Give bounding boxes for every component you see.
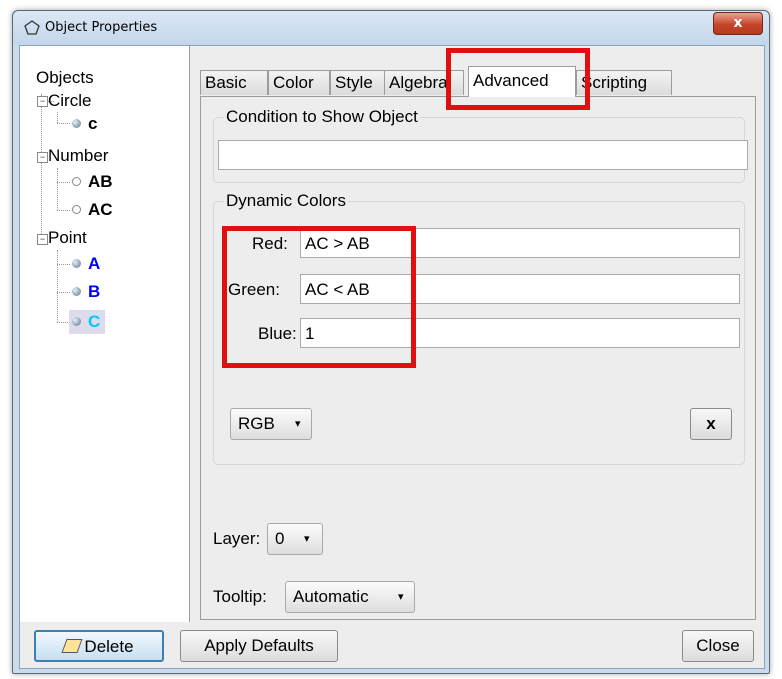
collapse-icon[interactable]: − xyxy=(37,234,48,245)
dynamic-colors-title: Dynamic Colors xyxy=(224,191,348,211)
chevron-down-icon: ▾ xyxy=(398,591,404,603)
tooltip-value: Automatic xyxy=(293,587,369,606)
hidden-object-icon[interactable] xyxy=(72,205,81,214)
close-button[interactable]: Close xyxy=(682,630,754,662)
layer-select[interactable]: 0 ▾ xyxy=(267,523,323,555)
eraser-icon xyxy=(61,639,83,653)
layer-label: Layer: xyxy=(213,529,261,548)
tooltip-select[interactable]: Automatic ▾ xyxy=(285,581,415,613)
delete-button[interactable]: Delete xyxy=(34,630,164,662)
collapse-icon[interactable]: − xyxy=(37,152,48,163)
object-tree: Objects − Circle c − Number AB AC − Poin… xyxy=(20,46,190,622)
condition-input[interactable] xyxy=(218,140,748,170)
hidden-object-icon[interactable] xyxy=(72,177,81,186)
visible-object-icon[interactable] xyxy=(72,287,81,296)
tab-color[interactable]: Color xyxy=(268,70,330,95)
tree-item-b[interactable]: B xyxy=(88,282,100,302)
chevron-down-icon: ▾ xyxy=(295,418,301,430)
dynamic-colors-highlight xyxy=(222,226,416,368)
apply-defaults-button[interactable]: Apply Defaults xyxy=(180,630,338,662)
tree-item-c[interactable]: c xyxy=(88,114,97,134)
tab-scripting[interactable]: Scripting xyxy=(576,70,672,95)
clear-colors-button[interactable]: x xyxy=(690,408,732,440)
window-title: Object Properties xyxy=(45,20,158,35)
tree-line xyxy=(41,94,42,234)
tab-style[interactable]: Style xyxy=(330,70,388,95)
tree-group-number[interactable]: Number xyxy=(48,146,108,166)
tree-item-c-point[interactable]: C xyxy=(88,312,100,332)
chevron-down-icon: ▾ xyxy=(304,533,310,545)
layer-value: 0 xyxy=(275,529,285,548)
condition-group: Condition to Show Object xyxy=(213,107,748,183)
tree-item-a[interactable]: A xyxy=(88,254,100,274)
color-mode-select[interactable]: RGB ▾ xyxy=(230,408,312,440)
visible-object-icon[interactable] xyxy=(72,259,81,268)
app-icon xyxy=(24,20,40,35)
advanced-tab-highlight xyxy=(446,48,590,110)
tree-group-point[interactable]: Point xyxy=(48,228,87,248)
collapse-icon[interactable]: − xyxy=(37,96,48,107)
title-bar[interactable]: Object Properties x xyxy=(13,11,769,45)
visible-object-icon[interactable] xyxy=(72,317,81,326)
visible-object-icon[interactable] xyxy=(72,119,81,128)
tab-basic[interactable]: Basic xyxy=(200,70,268,95)
condition-title: Condition to Show Object xyxy=(224,107,420,127)
tree-group-circle[interactable]: Circle xyxy=(48,91,91,111)
close-window-button[interactable]: x xyxy=(713,12,763,35)
tooltip-label: Tooltip: xyxy=(213,587,267,606)
tree-root-label: Objects xyxy=(36,68,94,87)
tree-item-ab[interactable]: AB xyxy=(88,172,113,192)
color-mode-value: RGB xyxy=(238,414,275,433)
tree-item-ac[interactable]: AC xyxy=(88,200,113,220)
delete-label: Delete xyxy=(84,637,134,656)
